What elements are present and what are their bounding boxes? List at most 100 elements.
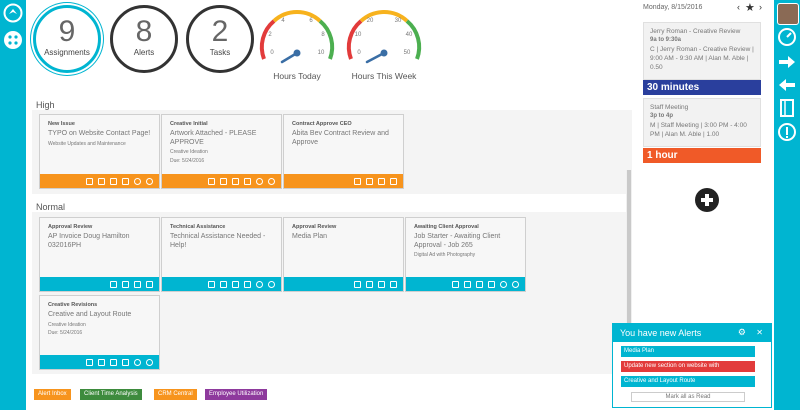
- card-due: Due: 5/24/2016: [48, 330, 83, 336]
- handoff-icon[interactable]: [232, 280, 239, 288]
- approve-icon[interactable]: [110, 280, 117, 288]
- approve-icon[interactable]: [208, 177, 215, 185]
- link-icon[interactable]: [390, 280, 397, 288]
- document-icon[interactable]: [366, 280, 373, 288]
- timer-icon[interactable]: [268, 177, 275, 185]
- task-card[interactable]: Approval Review AP Invoice Doug Hamilton…: [39, 217, 160, 292]
- card-type: Awaiting Client Approval: [414, 224, 479, 230]
- document-icon[interactable]: [98, 177, 105, 185]
- next-day-icon[interactable]: ›: [759, 2, 762, 12]
- task-card[interactable]: New Issue TYPO on Website Contact Page! …: [39, 114, 160, 189]
- task-card[interactable]: Contract Approve CEO Abita Bev Contract …: [283, 114, 404, 189]
- alerts-circle[interactable]: 8 Alerts: [110, 5, 178, 73]
- clock-icon[interactable]: [256, 280, 263, 288]
- arrow-left-icon[interactable]: [777, 75, 797, 95]
- event-time: 3p to 4p: [650, 113, 674, 119]
- clock-icon[interactable]: [134, 177, 141, 185]
- task-card[interactable]: Technical Assistance Technical Assistanc…: [161, 217, 282, 292]
- avatar[interactable]: [777, 3, 799, 25]
- timer-icon[interactable]: [512, 280, 519, 288]
- clock-icon[interactable]: [134, 358, 141, 366]
- logo-icon[interactable]: [3, 3, 23, 23]
- task-card[interactable]: Approval Review Media Plan: [283, 217, 404, 292]
- approve-icon[interactable]: [354, 177, 361, 185]
- document-icon[interactable]: [366, 177, 373, 185]
- task-card[interactable]: Creative Initial Artwork Attached - PLEA…: [161, 114, 282, 189]
- tasks-circle[interactable]: 2 Tasks: [186, 5, 254, 73]
- card-action-bar: [162, 277, 281, 291]
- mark-all-read-button[interactable]: Mark all as Read: [631, 392, 745, 402]
- alerts-panel-title: You have new Alerts: [620, 328, 702, 338]
- crm-central-button[interactable]: CRM Central: [154, 389, 197, 400]
- approve-icon[interactable]: [452, 280, 459, 288]
- info-icon[interactable]: [777, 122, 797, 142]
- card-action-bar: [40, 355, 159, 369]
- card-action-bar: [406, 277, 525, 291]
- handoff-icon[interactable]: [378, 177, 385, 185]
- assignments-circle[interactable]: 9 Assignments: [33, 5, 101, 73]
- timer-icon[interactable]: [268, 280, 275, 288]
- clock-icon[interactable]: [256, 177, 263, 185]
- prev-day-icon[interactable]: ‹: [737, 2, 740, 12]
- card-type: Creative Revisions: [48, 302, 98, 308]
- assignments-label: Assignments: [44, 48, 90, 57]
- event-duration: 1 hour: [643, 148, 761, 163]
- card-title: Media Plan: [292, 233, 328, 240]
- card-type: Creative Initial: [170, 121, 208, 127]
- document-icon[interactable]: [98, 358, 105, 366]
- approve-icon[interactable]: [86, 358, 93, 366]
- alert-item[interactable]: Creative and Layout Route: [621, 376, 755, 387]
- timer-icon[interactable]: [146, 177, 153, 185]
- link-icon[interactable]: [488, 280, 495, 288]
- link-icon[interactable]: [146, 280, 153, 288]
- alert-inbox-button[interactable]: Alert Inbox: [34, 389, 71, 400]
- card-meta: Website Updates and Maintenance: [48, 140, 126, 147]
- gauge1-tick-3: 6: [309, 18, 313, 24]
- approve-icon[interactable]: [354, 280, 361, 288]
- task-card[interactable]: Awaiting Client Approval Job Starter - A…: [405, 217, 526, 292]
- link-icon[interactable]: [122, 177, 129, 185]
- link-icon[interactable]: [244, 280, 251, 288]
- approve-icon[interactable]: [86, 177, 93, 185]
- link-icon[interactable]: [244, 177, 251, 185]
- link-icon[interactable]: [122, 358, 129, 366]
- card-title: Technical Assistance Needed - Help!: [170, 233, 266, 249]
- handoff-icon[interactable]: [476, 280, 483, 288]
- card-action-bar: [40, 174, 159, 188]
- handoff-icon[interactable]: [378, 280, 385, 288]
- close-icon[interactable]: ✕: [756, 328, 763, 337]
- clock-icon[interactable]: [500, 280, 507, 288]
- card-type: Approval Review: [292, 224, 337, 230]
- favorite-star-icon[interactable]: ★: [745, 1, 755, 14]
- card-action-bar: [40, 277, 159, 291]
- handoff-icon[interactable]: [110, 177, 117, 185]
- alerts-panel-header: You have new Alerts ⚙ ✕: [613, 324, 771, 342]
- alerts-settings-icon[interactable]: ⚙: [738, 327, 746, 338]
- handoff-icon[interactable]: [110, 358, 117, 366]
- handoff-icon[interactable]: [134, 280, 141, 288]
- alert-item[interactable]: Update new section on website with: [621, 361, 755, 372]
- arrow-right-icon[interactable]: [777, 52, 797, 72]
- notebook-icon[interactable]: [777, 98, 797, 118]
- calendar-event[interactable]: Staff Meeting 3p to 4p M | Staff Meeting…: [643, 98, 761, 147]
- handoff-icon[interactable]: [232, 177, 239, 185]
- dashboard-gauge-icon[interactable]: [777, 27, 797, 47]
- approve-icon[interactable]: [208, 280, 215, 288]
- document-icon[interactable]: [220, 280, 227, 288]
- event-duration: 30 minutes: [643, 80, 761, 95]
- calendar-event[interactable]: Jerry Roman - Creative Review 9a to 9:30…: [643, 22, 761, 80]
- timer-icon[interactable]: [146, 358, 153, 366]
- alerts-label: Alerts: [133, 48, 155, 57]
- alert-item[interactable]: Media Plan: [621, 346, 755, 357]
- link-icon[interactable]: [390, 177, 397, 185]
- event-name: Jerry Roman - Creative Review: [650, 28, 741, 35]
- document-icon[interactable]: [122, 280, 129, 288]
- employee-utilization-button[interactable]: Employee Utilization: [205, 389, 268, 400]
- client-time-analysis-button[interactable]: Client Time Analysis: [80, 389, 142, 400]
- document-icon[interactable]: [220, 177, 227, 185]
- add-event-icon[interactable]: [695, 188, 719, 212]
- document-icon[interactable]: [464, 280, 471, 288]
- task-card[interactable]: Creative Revisions Creative and Layout R…: [39, 295, 160, 370]
- left-sidebar: [0, 0, 26, 410]
- apps-grid-icon[interactable]: [3, 30, 23, 50]
